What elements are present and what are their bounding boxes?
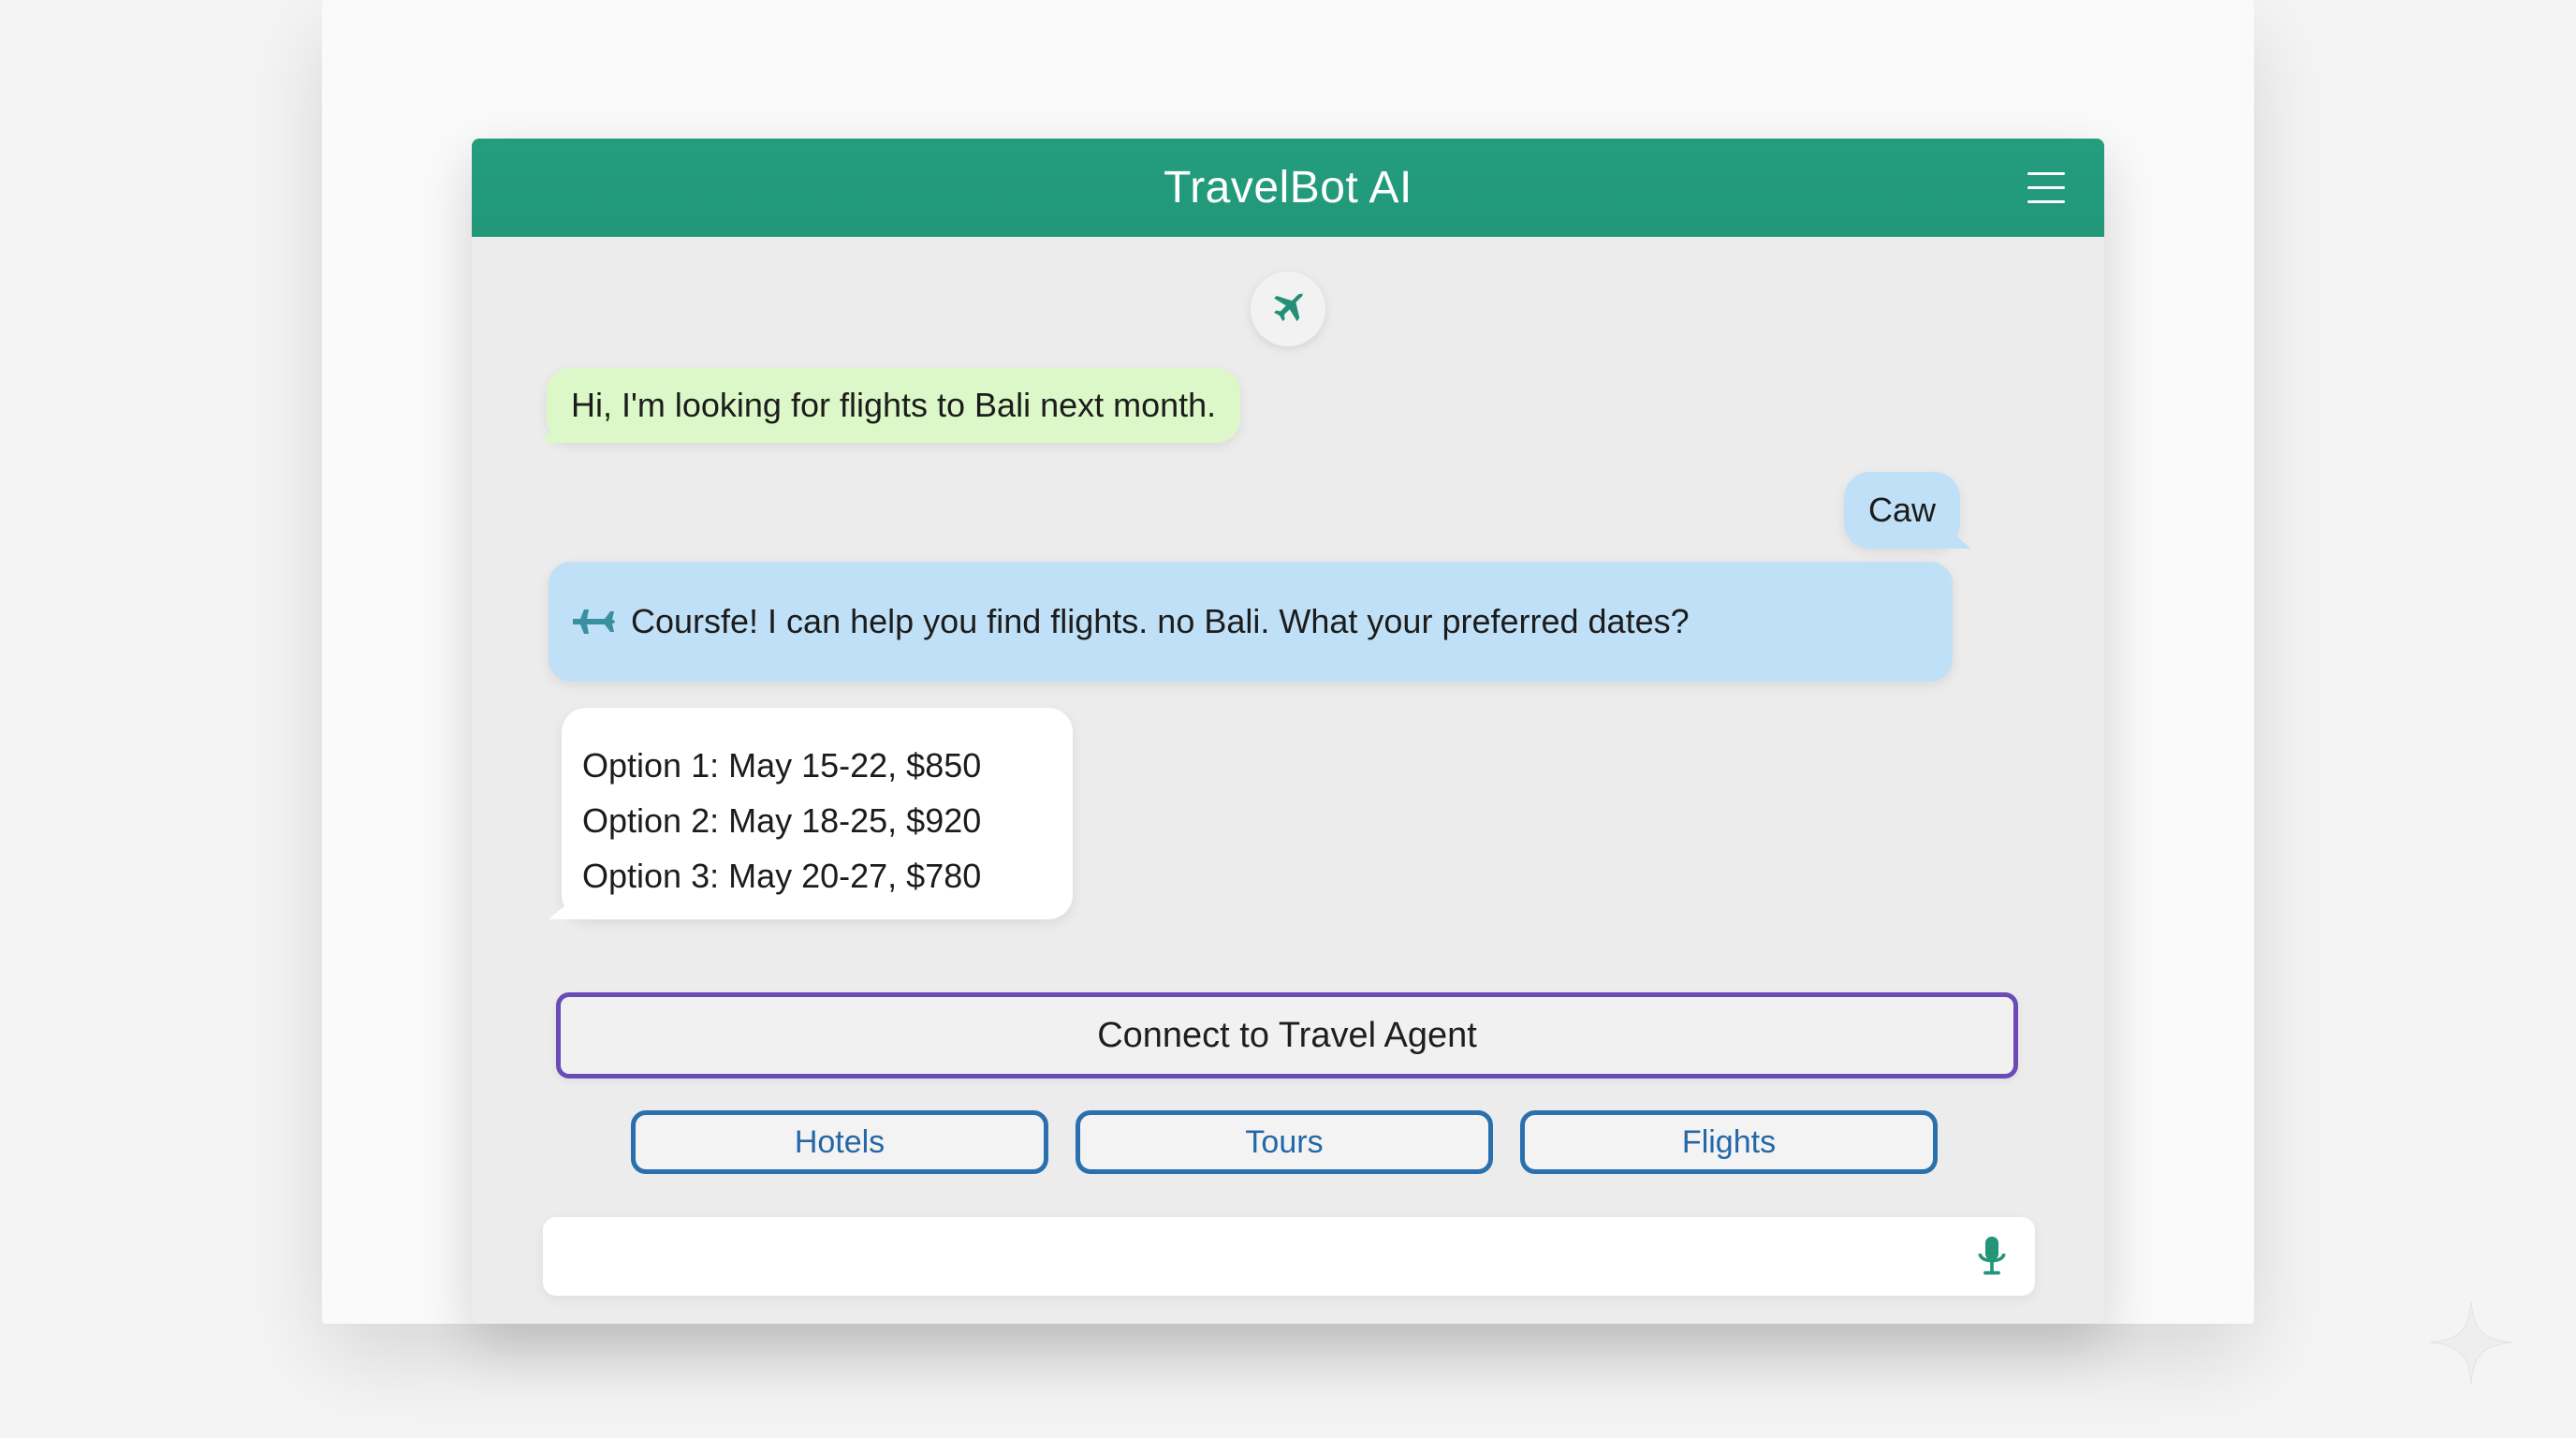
message-input-bar [543, 1217, 2035, 1298]
reply-message: Caw [1844, 472, 1961, 549]
message-input[interactable] [565, 1217, 1954, 1298]
chat-window: TravelBot AI Hi, I'm looking for flights… [472, 139, 2104, 1324]
bot-avatar [1251, 271, 1325, 346]
message-text: Caw [1868, 491, 1937, 530]
flight-option: Option 2: May 18-25, $920 [582, 801, 982, 840]
hotels-button[interactable]: Hotels [631, 1110, 1048, 1174]
flight-option: Option 3: May 20-27, $780 [582, 857, 982, 895]
screen: TravelBot AI Hi, I'm looking for flights… [0, 0, 2576, 1438]
airplane-icon [1274, 291, 1304, 322]
chat-header: TravelBot AI [472, 139, 2104, 237]
airplane-icon [571, 606, 618, 638]
user-message: Hi, I'm looking for flights to Bali next… [547, 368, 1241, 443]
app-title: TravelBot AI [1164, 163, 1412, 213]
bot-message: Coursfe! I can help you find flights. no… [549, 562, 1953, 682]
message-text: Coursfe! I can help you find flights. no… [631, 602, 1690, 641]
flights-button[interactable]: Flights [1520, 1110, 1938, 1174]
flight-options-message: Option 1: May 15-22, $850 Option 2: May … [562, 708, 1073, 919]
sparkle-icon [2429, 1300, 2513, 1385]
hamburger-menu-icon[interactable] [2027, 170, 2069, 206]
message-text: Hi, I'm looking for flights to Bali next… [571, 386, 1217, 425]
flight-option: Option 1: May 15-22, $850 [582, 746, 982, 785]
microphone-icon[interactable] [1968, 1232, 2016, 1281]
connect-agent-button[interactable]: Connect to Travel Agent [556, 992, 2018, 1078]
tours-button[interactable]: Tours [1076, 1110, 1493, 1174]
